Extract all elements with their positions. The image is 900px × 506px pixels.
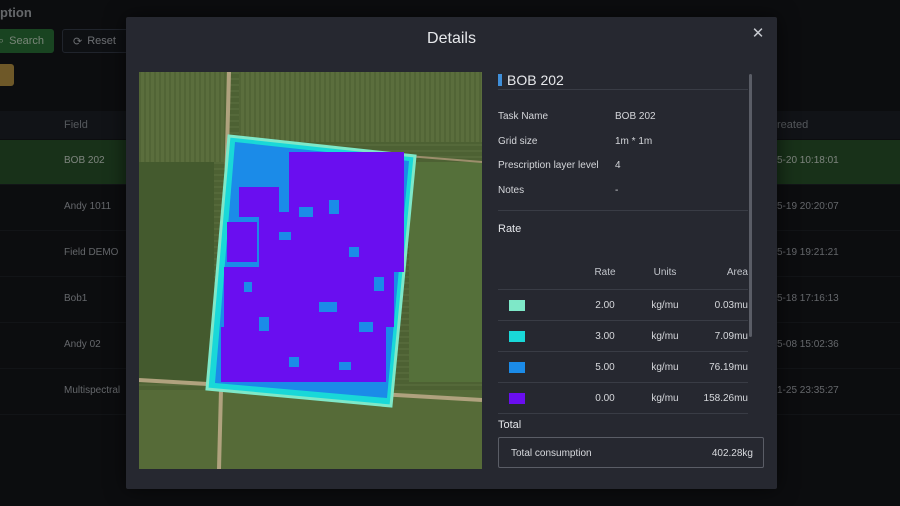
rate-value: 0.00 [595,393,615,404]
rate-row: 3.00 kg/mu 7.09mu [498,321,748,352]
prescription-map[interactable] [139,72,482,469]
rate-color-swatch [509,331,525,342]
info-value: - [615,185,619,196]
info-key: Grid size [498,136,538,147]
rate-section-title: Rate [498,223,522,235]
area-value: 0.03mu [714,300,748,311]
info-value: 4 [615,160,621,171]
divider [498,210,748,211]
rate-row: 0.00 kg/mu 158.26mu [498,383,748,414]
modal-title: Details [427,30,476,47]
divider [498,89,748,90]
task-heading: BOB 202 [498,72,564,88]
info-key: Task Name [498,111,549,122]
total-section-title: Total [498,419,522,431]
rate-value: 5.00 [595,362,615,373]
heading-marker [498,74,502,86]
area-value: 7.09mu [714,331,748,342]
details-modal: Details ✕ BOB 202 Task Name BOB 202 Grid… [126,17,777,489]
rate-table-header: Rate Units Area [498,257,748,290]
rate-row: 5.00 kg/mu 76.19mu [498,352,748,383]
field-map-image [139,72,482,469]
rate-color-swatch [509,300,525,311]
total-consumption-label: Total consumption [511,448,592,459]
rate-row: 2.00 kg/mu 0.03mu [498,290,748,321]
total-consumption-box: Total consumption 402.28kg [498,437,764,468]
task-title: BOB 202 [507,72,564,88]
info-key: Notes [498,185,525,196]
area-column-header: Area [726,267,748,278]
total-consumption-value: 402.28kg [711,448,753,459]
rate-color-swatch [509,362,525,373]
details-panel[interactable]: BOB 202 Task Name BOB 202 Grid size 1m *… [498,69,764,474]
close-icon[interactable]: ✕ [749,25,767,43]
info-value: BOB 202 [615,111,656,122]
info-key: Prescription layer level [498,160,599,171]
rate-table: Rate Units Area 2.00 kg/mu 0.03mu 3.00 kg/mu… [498,257,748,414]
rate-color-swatch [509,393,525,404]
area-value: 76.19mu [709,362,748,373]
rate-value: 2.00 [595,300,615,311]
rate-value: 3.00 [595,331,615,342]
area-value: 158.26mu [703,393,748,404]
rate-column-header: Rate [594,267,616,278]
info-value: 1m * 1m [615,136,653,147]
details-scrollbar[interactable] [749,74,752,337]
